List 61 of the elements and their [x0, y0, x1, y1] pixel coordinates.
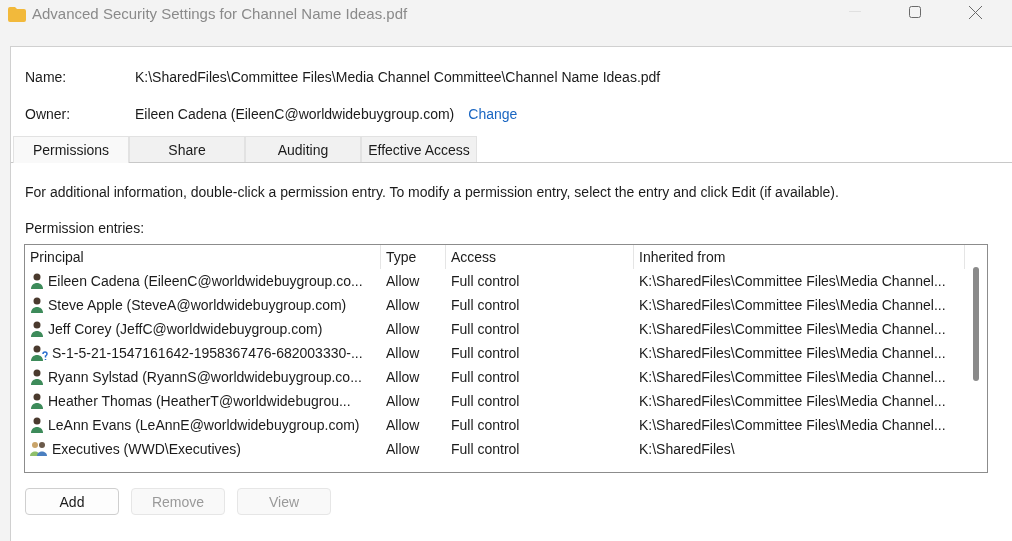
field-label: Name: [25, 68, 68, 85]
table-cell: Full control [451, 369, 520, 385]
field-value: K:\SharedFiles\Committee Files\Media Channel Committee\Channel Name Ideas.pdf [135, 68, 661, 85]
tab[interactable]: Share [129, 136, 245, 162]
table-cell: K:\SharedFiles\Committee Files\Media Channel... [639, 297, 946, 313]
column-header[interactable]: Access [446, 245, 634, 269]
field-value: Eileen Cadena (EileenC@worldwidebuygroup.com) [135, 105, 455, 122]
scrollbar-thumb[interactable] [973, 267, 979, 381]
group-icon [30, 441, 48, 457]
table-cell: Allow [386, 441, 420, 457]
tab[interactable]: Permissions [13, 136, 129, 163]
column-header[interactable]: Inherited from [634, 245, 965, 269]
table-cell: Executives (WWD\Executives) [52, 441, 242, 457]
folder-icon [8, 7, 26, 22]
table-cell: K:\SharedFiles\Committee Files\Media Channel... [639, 345, 946, 361]
table-cell: LeAnn Evans (LeAnnE@worldwidebuygroup.com) [48, 417, 360, 433]
table-cell: Allow [386, 297, 420, 313]
table-cell: Allow [386, 393, 420, 409]
table-cell: Full control [451, 345, 520, 361]
table-cell: K:\SharedFiles\Committee Files\Media Channel... [639, 369, 946, 385]
entries-label: Permission entries: [24, 219, 146, 238]
user-icon [30, 297, 44, 313]
user-icon [30, 273, 44, 289]
table-cell: K:\SharedFiles\Committee Files\Media Channel... [639, 321, 946, 337]
table-cell: Full control [451, 393, 520, 409]
table-cell: Full control [451, 441, 520, 457]
table-cell: Heather Thomas (HeatherT@worldwidebugrou... [48, 393, 351, 409]
table-cell: Allow [386, 417, 420, 433]
info-text: For additional information, double-click a permission entry. To modify a permission entry, select the entry and click Edit (if available). [24, 183, 840, 200]
table-cell: S-1-5-21-1547161642-1958367476-682003330-... [52, 345, 363, 361]
table-cell: Steve Apple (SteveA@worldwidebuygroup.com) [48, 297, 347, 313]
window-title: Advanced Security Settings for Channel Name Ideas.pdf [32, 5, 409, 22]
maximize-icon [909, 6, 921, 18]
table-cell: Allow [386, 273, 420, 289]
table-cell: Allow [386, 345, 420, 361]
table-cell: Full control [451, 273, 520, 289]
user-icon [30, 393, 44, 409]
table-cell: Full control [451, 417, 520, 433]
table-cell: Ryann Sylstad (RyannS@worldwidebuygroup.co... [48, 369, 362, 385]
table-cell: Full control [451, 321, 520, 337]
table-cell: Jeff Corey (JeffC@worldwidebuygroup.com) [48, 321, 323, 337]
table-cell: Allow [386, 369, 420, 385]
user-icon [30, 417, 44, 433]
table-cell: K:\SharedFiles\Committee Files\Media Channel... [639, 273, 946, 289]
column-header[interactable]: Type [381, 245, 446, 269]
table-cell: K:\SharedFiles\Committee Files\Media Channel... [639, 393, 946, 409]
table-cell: Eileen Cadena (EileenC@worldwidebuygroup.co... [48, 273, 363, 289]
unknown-user-icon [30, 345, 48, 361]
table-cell: Full control [451, 297, 520, 313]
action-button[interactable]: Add [25, 488, 119, 515]
table-cell: Allow [386, 321, 420, 337]
user-icon [30, 321, 44, 337]
field-label: Owner: [25, 105, 72, 122]
change-link[interactable]: Change [468, 105, 518, 122]
tab[interactable]: Auditing [245, 136, 361, 162]
close-icon [968, 5, 982, 19]
tab[interactable]: Effective Access [361, 136, 477, 162]
user-icon [30, 369, 44, 385]
table-cell: K:\SharedFiles\Committee Files\Media Channel... [639, 417, 946, 433]
table-cell: K:\SharedFiles\ [639, 441, 735, 457]
column-header[interactable]: Principal [25, 245, 381, 269]
